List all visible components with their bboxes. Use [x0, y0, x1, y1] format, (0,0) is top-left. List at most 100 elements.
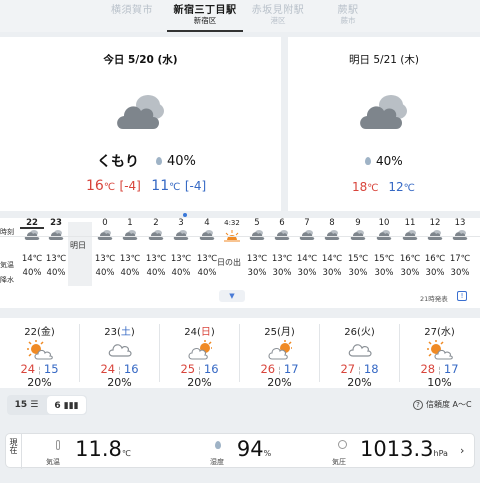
weekly-day[interactable]: 26(火) 27 ¦ 18 20% — [320, 318, 399, 389]
hourly-precip: 30% — [247, 268, 267, 278]
weekly-forecast: 22(金) 24 ¦ 15 20% 23(土) 24 ¦ 16 20% 24(日) 25 ¦ … — [0, 318, 480, 389]
cloud-icon — [44, 229, 68, 245]
weekly-precip: 20% — [347, 376, 372, 389]
reliability-label: 信頼度 A〜C — [426, 400, 472, 409]
hourly-column: 6 13℃ 30% — [270, 218, 294, 280]
hourly-temp: 13℃ — [45, 254, 67, 264]
toggle-15-day[interactable]: 15 ☰ — [7, 395, 46, 415]
weekly-date: 22(金) — [24, 327, 55, 338]
hourly-time: 23 — [50, 218, 62, 228]
cloud-icon — [195, 229, 219, 245]
station-tab-1[interactable]: 横須賀市 — [97, 0, 167, 32]
weekly-temps: 28 ¦ 17 — [420, 362, 459, 376]
cloud-icon — [448, 229, 472, 245]
hourly-time: 2 — [153, 218, 159, 228]
weekly-precip: 20% — [187, 376, 212, 389]
hourly-precip: 30% — [374, 268, 394, 278]
cloud-icon — [320, 340, 399, 362]
station-name: 新宿三丁目駅 — [173, 5, 237, 16]
station-tab-4[interactable]: 蕨駅 蕨市 — [313, 0, 383, 32]
hourly-precip — [220, 266, 244, 280]
reliability-info[interactable]: ? 信頼度 A〜C — [413, 399, 472, 410]
station-tab-3[interactable]: 赤坂見附駅 港区 — [243, 0, 313, 32]
cloud-icon — [270, 229, 294, 245]
weekly-temps: 26 ¦ 17 — [260, 362, 299, 376]
current-conditions[interactable]: 現在 気温 11.8℃ 湿度 94% 気圧 1013.3hPa › — [5, 433, 475, 469]
cloud-icon — [423, 229, 447, 245]
hourly-precip: 30% — [400, 268, 420, 278]
hourly-time: 1 — [127, 218, 133, 228]
station-tab-2[interactable]: 新宿三丁目駅 新宿区 — [167, 0, 243, 32]
temp-unit: ℃ — [169, 182, 181, 193]
tomorrow-marker: 明日 — [70, 241, 86, 250]
hourly-precip: 40% — [95, 268, 115, 278]
cloud-sun-icon — [240, 340, 319, 362]
cloud-icon — [20, 229, 44, 245]
weekly-day[interactable]: 27(水) 28 ¦ 17 10% — [400, 318, 479, 389]
hourly-column: 10 15℃ 30% — [372, 218, 396, 280]
pressure-label: 気圧 — [332, 458, 346, 466]
hourly-column: 5 13℃ 30% — [245, 218, 269, 280]
station-ward: 蕨市 — [340, 16, 356, 25]
today-high: 16 — [86, 178, 104, 194]
cloud-icon — [320, 229, 344, 245]
cloud-icon — [295, 229, 319, 245]
temp-unit: ℃ — [403, 183, 415, 194]
today-card: 今日 5/20 (水) くもり 40% 16℃ [-4] 11℃ [-4] — [0, 37, 281, 211]
hourly-temp: 14℃ — [21, 254, 43, 264]
question-icon: ? — [413, 399, 423, 410]
weekly-day[interactable]: 23(土) 24 ¦ 16 20% — [80, 318, 159, 389]
range-toggle: 15 ☰ 6 ▮▮▮ — [7, 395, 87, 415]
chevron-right-icon[interactable]: › — [460, 444, 464, 457]
toggle-15-label: 15 — [14, 400, 28, 410]
hourly-column: 4:32 — [220, 218, 244, 280]
hourly-precip: 30% — [450, 268, 470, 278]
sunrise-icon — [220, 229, 244, 245]
expand-hourly-button[interactable]: ▼ — [219, 290, 245, 302]
weekly-precip: 20% — [107, 376, 132, 389]
weekly-temps: 27 ¦ 18 — [340, 362, 379, 376]
hourly-column: 11 16℃ 30% — [398, 218, 422, 280]
hourly-column: 22 14℃ 40% — [20, 218, 44, 280]
hourly-temp: 13℃ — [145, 254, 167, 264]
weekly-separator — [239, 324, 240, 382]
station-name: 蕨駅 — [337, 5, 359, 16]
hourly-time: 4 — [204, 218, 210, 228]
hourly-time: 7 — [304, 218, 310, 228]
tomorrow-temps: 18℃ 12℃ — [352, 180, 415, 194]
weekly-day[interactable]: 22(金) 24 ¦ 15 20% — [0, 318, 79, 389]
hourly-temp: 15℃ — [373, 254, 395, 264]
hourly-column: 0 13℃ 40% — [93, 218, 117, 280]
weekly-day[interactable]: 24(日) 25 ¦ 16 20% — [160, 318, 239, 389]
humidity-icon — [215, 441, 221, 449]
temp-unit: ℃ — [103, 182, 116, 193]
today-condition-row: くもり 40% — [97, 151, 196, 171]
cloud-icon — [398, 229, 422, 245]
weekly-separator — [319, 324, 320, 382]
sun-cloud-icon — [0, 340, 79, 362]
cloud-icon — [245, 229, 269, 245]
station-ward: 港区 — [270, 16, 286, 25]
hourly-time: 10 — [378, 218, 390, 228]
current-pressure: 気圧 1013.3hPa — [332, 437, 454, 466]
weekly-date: 23(土) — [104, 327, 135, 338]
tomorrow-card[interactable]: 明日 5/21 (木) 40% 18℃ 12℃ — [288, 37, 480, 211]
weekly-temps: 24 ¦ 15 — [20, 362, 59, 376]
hourly-time: 13 — [454, 218, 466, 228]
weekly-date: 25(月) — [264, 327, 295, 338]
weekly-day[interactable]: 25(月) 26 ¦ 17 20% — [240, 318, 319, 389]
raindrop-icon — [365, 157, 371, 165]
today-high-diff: [-4] — [119, 179, 141, 193]
cloud-icon — [360, 95, 407, 129]
toggle-6-day[interactable]: 6 ▮▮▮ — [47, 396, 86, 414]
weekly-temps: 24 ¦ 16 — [100, 362, 139, 376]
info-icon[interactable]: ! — [457, 291, 467, 301]
hourly-temp — [220, 252, 244, 266]
current-label: 現在 — [6, 434, 22, 469]
hourly-temp: 13℃ — [119, 254, 141, 264]
current-temp-value: 11.8 — [75, 437, 122, 461]
current-humidity-value: 94 — [236, 437, 264, 461]
current-label-text: 現在 — [9, 438, 18, 454]
hourly-temp: 15℃ — [347, 254, 369, 264]
hourly-temp: 13℃ — [246, 254, 268, 264]
